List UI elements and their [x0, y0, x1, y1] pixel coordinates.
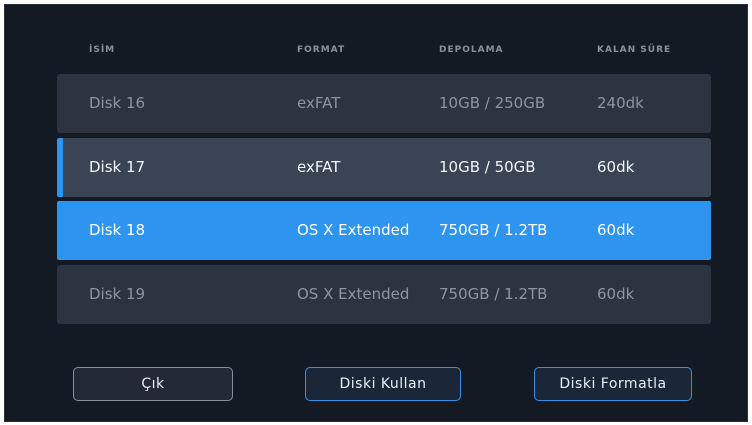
column-header-storage: DEPOLAMA	[439, 45, 504, 55]
disk-format: exFAT	[297, 158, 341, 176]
disk-name: Disk 17	[89, 158, 146, 176]
disk-name: Disk 16	[89, 94, 146, 112]
disk-row-19[interactable]: Disk 19 OS X Extended 750GB / 1.2TB 60dk	[57, 265, 711, 324]
disk-format: OS X Extended	[297, 285, 410, 303]
disk-selection-screen: İSİM FORMAT DEPOLAMA KALAN SÜRE Disk 16 …	[4, 4, 748, 422]
table-header: İSİM FORMAT DEPOLAMA KALAN SÜRE	[5, 45, 747, 59]
disk-remaining-time: 60dk	[597, 158, 635, 176]
disk-remaining-time: 60dk	[597, 285, 635, 303]
column-header-remaining-time: KALAN SÜRE	[597, 45, 672, 55]
disk-remaining-time: 240dk	[597, 94, 644, 112]
disk-name: Disk 18	[89, 221, 146, 239]
disk-remaining-time: 60dk	[597, 221, 635, 239]
disk-row-18[interactable]: Disk 18 OS X Extended 750GB / 1.2TB 60dk	[57, 201, 711, 260]
disk-storage: 750GB / 1.2TB	[439, 221, 548, 239]
disk-storage: 10GB / 250GB	[439, 94, 546, 112]
disk-row-17[interactable]: Disk 17 exFAT 10GB / 50GB 60dk	[57, 138, 711, 197]
disk-storage: 10GB / 50GB	[439, 158, 536, 176]
disk-storage: 750GB / 1.2TB	[439, 285, 548, 303]
exit-button[interactable]: Çık	[73, 367, 233, 401]
use-disk-button[interactable]: Diski Kullan	[305, 367, 461, 401]
disk-format: OS X Extended	[297, 221, 410, 239]
column-header-format: FORMAT	[297, 45, 346, 55]
column-header-name: İSİM	[89, 45, 116, 55]
format-disk-button[interactable]: Diski Formatla	[534, 367, 692, 401]
disk-row-16[interactable]: Disk 16 exFAT 10GB / 250GB 240dk	[57, 74, 711, 133]
disk-format: exFAT	[297, 94, 341, 112]
disk-name: Disk 19	[89, 285, 146, 303]
active-disk-marker	[57, 138, 63, 197]
